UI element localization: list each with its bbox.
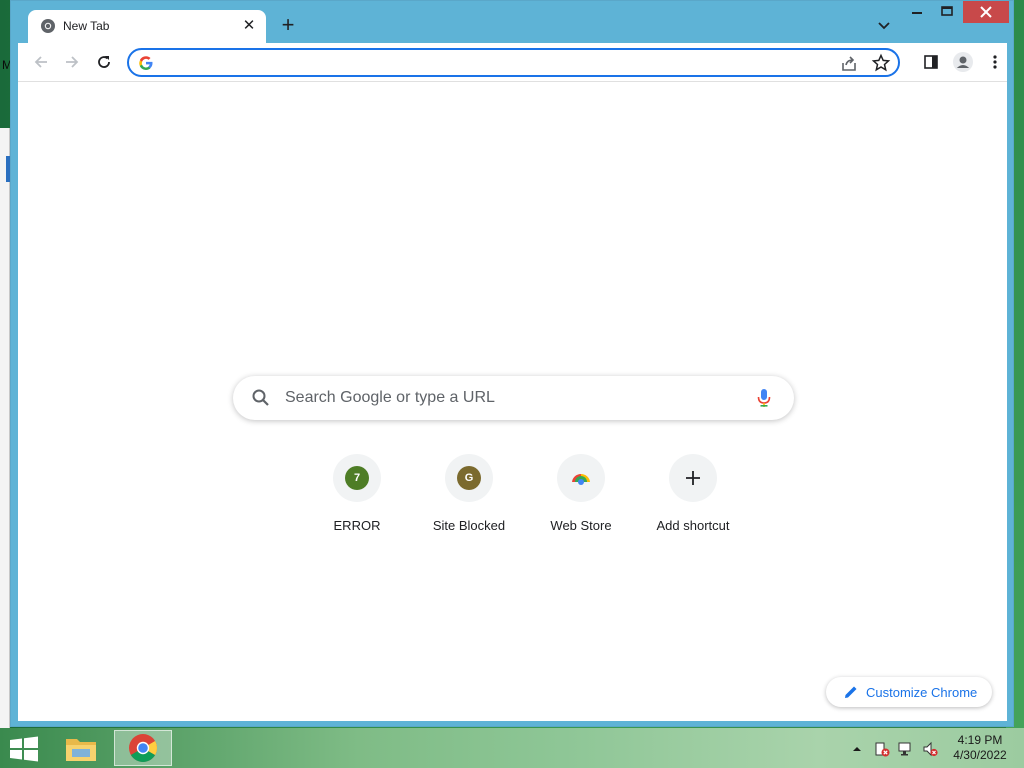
shortcut-web-store[interactable]: Web Store	[525, 454, 637, 544]
clock-time: 4:19 PM	[957, 733, 1003, 747]
side-panel-icon	[924, 55, 938, 69]
folder-icon	[66, 739, 96, 761]
chrome-window: New Tab ✕ + Search Google or type a URL …	[10, 0, 1014, 727]
minimize-button[interactable]	[903, 1, 931, 23]
reload-button[interactable]	[93, 51, 115, 73]
shortcut-favicon: 7	[345, 466, 369, 490]
shortcut-site-blocked[interactable]: G Site Blocked	[413, 454, 525, 544]
customize-chrome-label: Customize Chrome	[866, 684, 978, 700]
forward-button[interactable]	[61, 51, 83, 73]
shortcut-tiles: 7 ERROR G Site Blocked Web Store Add sho…	[301, 454, 751, 544]
google-g-icon	[139, 56, 153, 70]
web-store-icon	[572, 473, 590, 485]
chrome-logo-icon	[129, 734, 157, 762]
maximize-button[interactable]	[933, 1, 961, 23]
tab-new-tab[interactable]: New Tab ✕	[28, 10, 266, 43]
show-hidden-icons-icon[interactable]	[849, 741, 865, 757]
tab-search-chevron-icon[interactable]	[873, 16, 895, 36]
menu-button[interactable]	[984, 51, 1006, 73]
windows-start-icon[interactable]	[8, 736, 40, 762]
forward-arrow-icon	[66, 56, 79, 68]
address-bar[interactable]	[127, 48, 900, 77]
plus-icon	[686, 471, 700, 485]
shortcut-label: ERROR	[333, 518, 381, 533]
add-shortcut-icon-circle	[669, 454, 717, 502]
ntp-search-input[interactable]	[285, 387, 725, 409]
tab-title: New Tab	[63, 19, 110, 33]
customize-chrome-button[interactable]: Customize Chrome	[826, 677, 992, 707]
background-window[interactable]	[0, 128, 10, 728]
back-arrow-icon	[34, 56, 47, 68]
kebab-menu-icon	[993, 55, 997, 69]
clock-date: 4/30/2022	[953, 748, 1007, 762]
taskbar-file-explorer[interactable]	[52, 730, 110, 766]
reload-icon	[98, 56, 110, 68]
shortcut-icon-circle: G	[445, 454, 493, 502]
shortcut-error[interactable]: 7 ERROR	[301, 454, 413, 544]
shortcut-label: Add shortcut	[656, 518, 730, 533]
new-tab-button[interactable]: +	[276, 14, 300, 38]
chrome-favicon-icon	[41, 19, 55, 33]
back-button[interactable]	[30, 51, 52, 73]
toolbar	[18, 43, 1007, 81]
shortcut-label: Web Store	[550, 518, 612, 533]
new-tab-page: 7 ERROR G Site Blocked	[18, 81, 1007, 721]
shortcut-icon-circle: 7	[333, 454, 381, 502]
address-input[interactable]	[163, 53, 803, 73]
shortcut-icon-circle	[557, 454, 605, 502]
search-icon	[252, 389, 269, 406]
shortcut-favicon: G	[457, 466, 481, 490]
shortcut-add[interactable]: Add shortcut	[637, 454, 749, 544]
share-icon[interactable]	[839, 54, 859, 74]
taskbar: 4:19 PM 4/30/2022	[0, 728, 1024, 768]
action-center-icon[interactable]	[874, 741, 890, 757]
side-panel-button[interactable]	[920, 51, 942, 73]
tab-close-icon[interactable]: ✕	[240, 17, 258, 35]
volume-muted-icon[interactable]	[922, 741, 938, 757]
bookmark-star-icon[interactable]	[871, 53, 891, 73]
ntp-search-box[interactable]	[233, 376, 794, 420]
close-window-button[interactable]	[963, 1, 1009, 23]
taskbar-clock[interactable]: 4:19 PM 4/30/2022	[946, 733, 1014, 763]
taskbar-chrome[interactable]	[114, 730, 172, 766]
tab-strip: New Tab ✕ +	[11, 1, 1013, 43]
network-icon[interactable]	[898, 741, 914, 757]
profile-button[interactable]	[952, 51, 974, 73]
microphone-icon[interactable]	[754, 387, 774, 409]
shortcut-label: Site Blocked	[432, 518, 506, 533]
avatar-icon	[953, 52, 973, 72]
pencil-icon	[845, 686, 857, 698]
